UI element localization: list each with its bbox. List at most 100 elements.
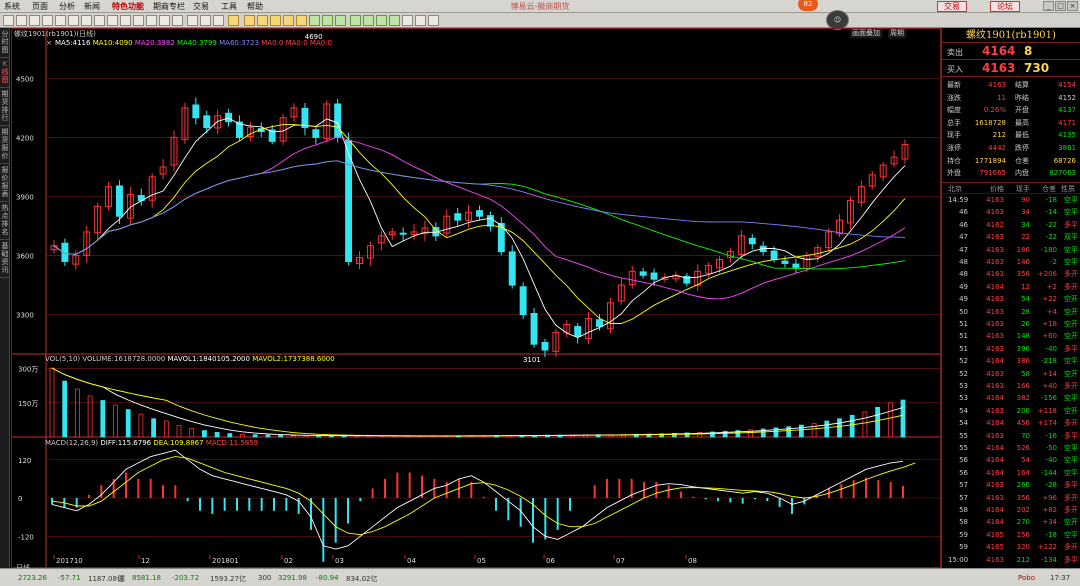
left-tab-4[interactable]: 报价报表 [0,164,10,202]
toolbar-icon-9[interactable] [120,15,131,26]
tick-row[interactable]: 52 4164 386 -218 空平 [942,355,1080,367]
tick-qty: 22 [1021,233,1030,242]
quote-value: 4135 [1058,131,1076,140]
tick-row[interactable]: 56 4164 164 -144 空平 [942,467,1080,479]
candle-body-45 [541,341,549,351]
toolbar-icon-10[interactable] [133,15,144,26]
quote-value: 11 [997,93,1006,102]
tick-row[interactable]: 53 4164 382 -156 空平 [942,392,1080,404]
status-item-5: -203.72 [172,574,200,582]
tick-nature: 多开 [1064,282,1078,291]
toolbar-icon-11[interactable] [146,15,157,26]
toolbar-icon-4[interactable] [55,15,66,26]
toolbar-icon-1[interactable] [16,15,27,26]
notification-badge[interactable]: 82 [798,0,818,11]
tick-nature: 空平 [1064,530,1078,539]
left-tab-6[interactable]: 基础资讯 [0,240,10,278]
tick-price: 4164 [986,518,1004,527]
toolbar-icon-5[interactable] [68,15,79,26]
quote-key: 内盘 [1015,169,1029,178]
kline-chart-svg[interactable]: 3300360039004200450046903101150万300万1200… [12,29,940,567]
toolbar-icon-31[interactable] [415,15,426,26]
toolbar-icon-19[interactable] [257,15,268,26]
tick-row[interactable]: 59 4165 156 -18 空平 [942,529,1080,541]
bid-label: 买入 [947,65,963,74]
trade-button[interactable]: 交易 [937,1,967,12]
tick-row[interactable]: 55 4164 526 -50 空平 [942,442,1080,454]
tick-row[interactable]: 54 4163 206 +118 空开 [942,405,1080,417]
tick-row[interactable]: 49 4164 12 +2 多开 [942,281,1080,293]
left-tab-1[interactable]: K线图 [0,58,10,88]
toolbar-icon-0[interactable] [3,15,14,26]
toolbar-icon-18[interactable] [244,15,255,26]
toolbar-icon-28[interactable] [376,15,387,26]
quote-key: 最新 [947,81,961,89]
toolbar-icon-30[interactable] [402,15,413,26]
tick-row[interactable]: 57 4163 356 +96 多开 [942,492,1080,504]
toolbar-icon-16[interactable] [213,15,224,26]
maximize-icon[interactable]: □ [1055,1,1066,11]
tick-row[interactable]: 50 4163 28 +4 空开 [942,306,1080,318]
tick-list[interactable]: 14:59 4163 90 -18 空平 46 4163 34 -14 空平 46 4162 34 -22… [942,194,1080,574]
tick-row[interactable]: 51 4163 396 -40 多平 [942,343,1080,355]
toolbar-icon-24[interactable] [322,15,333,26]
tick-row[interactable]: 46 4162 34 -22 多平 [942,219,1080,231]
tick-oi: +14 [1042,369,1057,378]
toolbar-icon-27[interactable] [363,15,374,26]
toolbar-icon-25[interactable] [335,15,346,26]
left-tab-2[interactable]: 期货排行 [0,88,10,126]
tick-row[interactable]: 58 4164 202 +82 多开 [942,504,1080,516]
toolbar-icon-17[interactable] [228,15,239,26]
toolbar-icon-15[interactable] [200,15,211,26]
toolbar-icon-22[interactable] [296,15,307,26]
close-chart-icon[interactable]: × [46,39,52,47]
bid-row[interactable]: 买入 4163 730 [942,60,1080,77]
toolbar-icon-14[interactable] [187,15,198,26]
toolbar-icon-13[interactable] [172,15,183,26]
toolbar-icon-12[interactable] [159,15,170,26]
tick-row[interactable]: 58 4164 270 +34 空开 [942,516,1080,528]
tick-row[interactable]: 52 4163 58 +14 空开 [942,368,1080,380]
toolbar-icon-6[interactable] [81,15,92,26]
tick-row[interactable]: 51 4163 148 +60 空开 [942,330,1080,342]
tick-price: 4163 [986,382,1004,390]
tick-row[interactable]: 51 4163 26 +18 空开 [942,318,1080,330]
toolbar-icon-21[interactable] [283,15,294,26]
tick-row[interactable]: 14:59 4163 90 -18 空平 [942,194,1080,206]
tick-oi: +34 [1042,518,1057,527]
left-tab-3[interactable]: 期货报价 [0,126,10,164]
tick-row[interactable]: 48 4163 146 -2 空平 [942,256,1080,268]
forum-button[interactable]: 论坛 [990,1,1020,12]
tick-row[interactable]: 57 4163 266 -28 多平 [942,479,1080,491]
toolbar-icon-20[interactable] [270,15,281,26]
toolbar-icon-8[interactable] [107,15,118,26]
toolbar-icon-26[interactable] [350,15,361,26]
toolbar-icon-32[interactable] [428,15,439,26]
tick-row[interactable]: 53 4163 166 +40 多开 [942,380,1080,392]
tick-row[interactable]: 59 4165 320 +122 多开 [942,541,1080,553]
tick-row[interactable]: 46 4163 34 -14 空平 [942,206,1080,218]
tick-row[interactable]: 47 4163 186 -180 空平 [942,244,1080,256]
toolbar-icon-23[interactable] [309,15,320,26]
toolbar-icon-7[interactable] [94,15,105,26]
toolbar-icon-29[interactable] [389,15,400,26]
left-tab-5[interactable]: 热点排名 [0,202,10,240]
close-icon[interactable]: × [1067,1,1078,11]
tick-row[interactable]: 55 4163 70 -16 多平 [942,430,1080,442]
ask-row[interactable]: 卖出 4164 8 [942,43,1080,60]
candle-body-14 [203,115,211,129]
left-tab-0[interactable]: 分时图 [0,28,10,58]
toolbar-icon-2[interactable] [29,15,40,26]
toolbar-icon-3[interactable] [42,15,53,26]
tick-qty: 156 [1016,530,1030,539]
tick-row[interactable]: 15:00 4163 212 -134 多平 [942,554,1080,566]
tick-row[interactable]: 49 4163 54 +22 空开 [942,293,1080,305]
tick-oi: +40 [1042,382,1057,390]
tick-row[interactable]: 47 4163 22 -22 双平 [942,231,1080,243]
chart-area[interactable]: 3300 3600 3900 4200 4500 4690 3101 150万 300万 120 0… [11,28,941,568]
tick-row[interactable]: 54 4164 456 +174 多开 [942,417,1080,429]
tick-row[interactable]: 48 4163 358 +206 多开 [942,268,1080,280]
avatar[interactable]: ☺ [826,10,849,30]
minimize-icon[interactable]: _ [1043,1,1054,11]
tick-row[interactable]: 56 4164 54 -40 空平 [942,454,1080,466]
